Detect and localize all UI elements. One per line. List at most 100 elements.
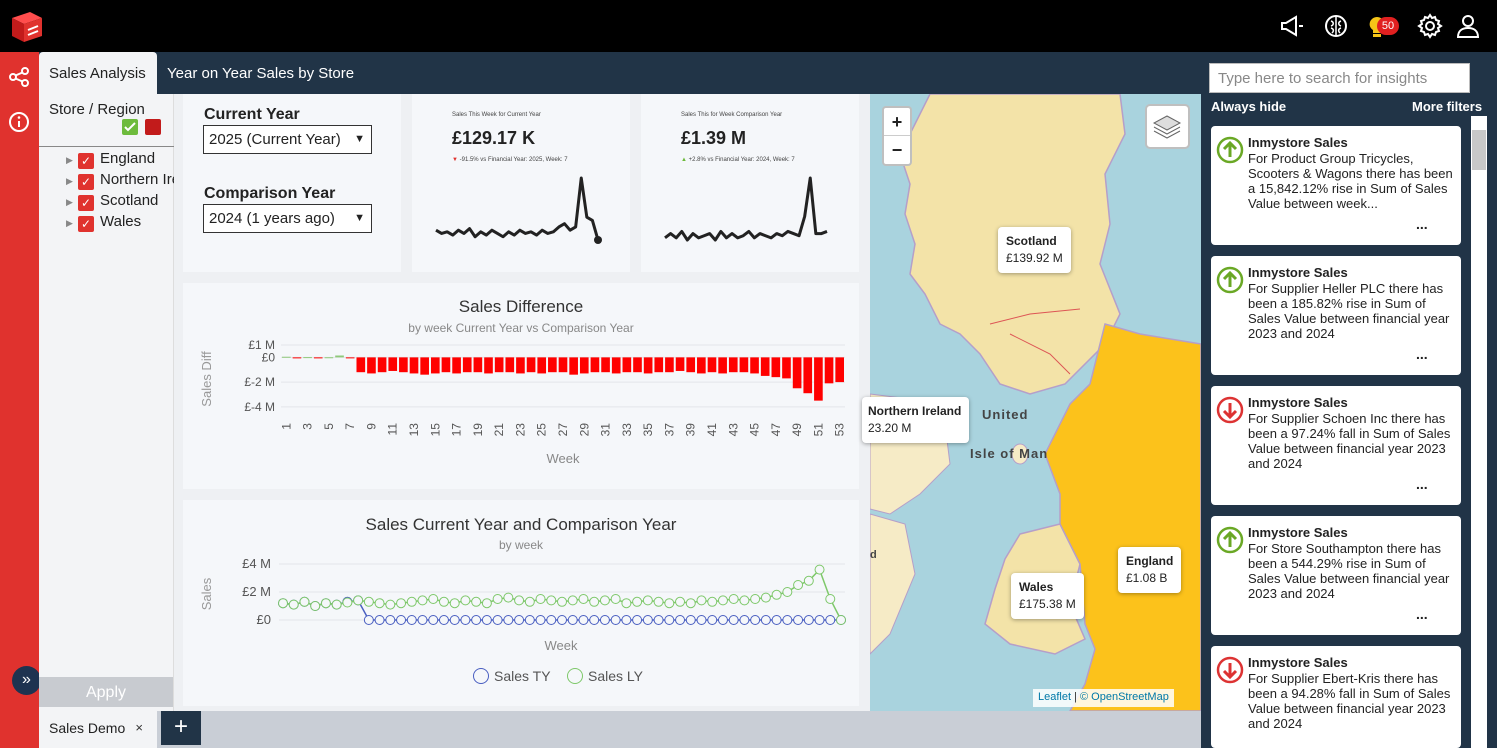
more-options-icon[interactable]: ...	[1416, 216, 1428, 232]
bar[interactable]	[622, 357, 632, 373]
data-point[interactable]	[567, 595, 578, 606]
select-all-checkbox[interactable]	[122, 119, 138, 135]
data-point[interactable]	[750, 615, 761, 625]
bar[interactable]	[473, 357, 483, 373]
filter-item-wales[interactable]: ▶ ✓ Wales	[66, 213, 174, 233]
gear-icon[interactable]	[1416, 12, 1444, 40]
bar[interactable]	[430, 357, 440, 374]
insight-card[interactable]: Inmystore Sales For Product Group Tricyc…	[1211, 126, 1461, 245]
bar[interactable]	[494, 357, 504, 373]
data-point[interactable]	[514, 595, 525, 606]
data-point[interactable]	[546, 595, 557, 606]
data-point[interactable]	[514, 615, 525, 625]
bar[interactable]	[665, 357, 674, 373]
data-point[interactable]	[760, 592, 771, 603]
expand-icon[interactable]: »	[12, 666, 41, 695]
data-point[interactable]	[546, 615, 557, 625]
data-point[interactable]	[406, 615, 417, 625]
bar[interactable]	[558, 357, 568, 373]
data-point[interactable]	[632, 615, 643, 625]
bar[interactable]	[835, 357, 844, 383]
bar[interactable]	[462, 357, 472, 373]
bar[interactable]	[516, 357, 525, 374]
data-point[interactable]	[278, 598, 288, 609]
data-point[interactable]	[374, 615, 385, 625]
data-point[interactable]	[578, 615, 589, 625]
bar[interactable]	[803, 357, 813, 394]
bottom-tab-sales-demo[interactable]: Sales Demo ×	[39, 711, 157, 748]
bar[interactable]	[760, 357, 770, 376]
data-point[interactable]	[503, 592, 514, 603]
bar[interactable]	[579, 357, 589, 374]
data-point[interactable]	[836, 615, 846, 625]
data-point[interactable]	[664, 615, 675, 625]
bar[interactable]	[399, 357, 408, 373]
legend-sales-ty[interactable]: Sales TY	[473, 668, 551, 684]
bar[interactable]	[420, 357, 429, 375]
bar[interactable]	[313, 357, 323, 359]
deselect-all-checkbox[interactable]	[145, 119, 161, 135]
data-point[interactable]	[503, 615, 514, 625]
close-icon[interactable]: ×	[135, 711, 143, 745]
data-point[interactable]	[299, 596, 310, 607]
bar[interactable]	[782, 357, 791, 379]
bar[interactable]	[771, 357, 781, 378]
data-point[interactable]	[417, 615, 428, 625]
data-point[interactable]	[535, 615, 546, 625]
apply-button[interactable]: Apply	[39, 677, 173, 707]
data-point[interactable]	[825, 615, 836, 625]
insight-card[interactable]: Inmystore Sales For Store Southampton th…	[1211, 516, 1461, 635]
data-point[interactable]	[632, 596, 643, 607]
data-point[interactable]	[438, 615, 449, 625]
bar[interactable]	[792, 357, 802, 389]
data-point[interactable]	[782, 587, 793, 597]
bar[interactable]	[590, 357, 600, 373]
data-point[interactable]	[621, 615, 632, 625]
data-point[interactable]	[760, 615, 771, 625]
megaphone-icon[interactable]	[1278, 12, 1306, 40]
data-point[interactable]	[793, 580, 804, 590]
bar[interactable]	[686, 357, 696, 373]
bar[interactable]	[282, 356, 291, 358]
data-point[interactable]	[793, 615, 804, 625]
data-point[interactable]	[782, 615, 793, 625]
bar[interactable]	[409, 357, 419, 374]
zoom-in-button[interactable]: +	[884, 108, 910, 136]
map-label-northern-ireland[interactable]: Northern Ireland 23.20 M	[862, 397, 970, 443]
data-point[interactable]	[642, 595, 653, 606]
data-point[interactable]	[492, 615, 503, 625]
bar[interactable]	[356, 357, 366, 373]
tab-sales-analysis[interactable]: Sales Analysis	[39, 52, 157, 94]
data-point[interactable]	[353, 595, 364, 606]
bar[interactable]	[441, 357, 451, 373]
filter-item-northern-ireland[interactable]: ▶✓ Northern Ireland	[66, 171, 174, 191]
data-point[interactable]	[803, 615, 814, 625]
bar[interactable]	[814, 357, 823, 401]
data-point[interactable]	[814, 564, 825, 575]
always-hide-link[interactable]: Always hide	[1211, 99, 1286, 114]
data-point[interactable]	[621, 598, 632, 609]
info-icon[interactable]	[8, 111, 30, 133]
map-label-england[interactable]: England £1.08 B	[1118, 547, 1182, 593]
data-point[interactable]	[460, 595, 471, 606]
data-point[interactable]	[449, 615, 460, 625]
data-point[interactable]	[492, 594, 503, 604]
bar[interactable]	[728, 357, 738, 373]
bar[interactable]	[292, 357, 302, 359]
data-point[interactable]	[750, 594, 761, 604]
data-point[interactable]	[675, 615, 686, 625]
data-point[interactable]	[717, 595, 728, 606]
insight-card[interactable]: Inmystore Sales For Supplier Ebert-Kris …	[1211, 646, 1461, 748]
bar[interactable]	[697, 357, 706, 374]
bar[interactable]	[303, 357, 312, 359]
data-point[interactable]	[696, 615, 707, 625]
data-point[interactable]	[696, 595, 707, 606]
zoom-out-button[interactable]: −	[884, 136, 910, 164]
data-point[interactable]	[771, 589, 782, 600]
bar[interactable]	[611, 357, 621, 374]
insight-card[interactable]: Inmystore Sales For Supplier Schoen Inc …	[1211, 386, 1461, 505]
bar[interactable]	[601, 357, 610, 373]
data-point[interactable]	[374, 598, 385, 609]
filter-item-england[interactable]: ▶ ✓ England	[66, 150, 174, 170]
data-point[interactable]	[825, 594, 836, 604]
